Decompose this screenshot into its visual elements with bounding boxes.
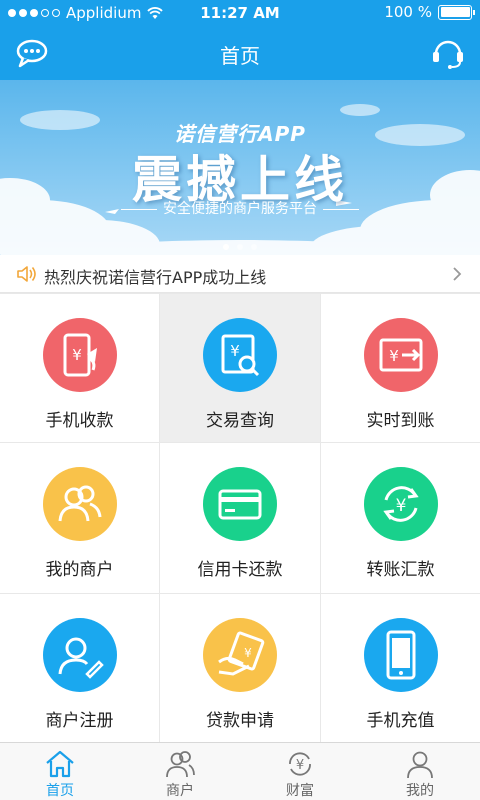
grid-item-credit-card[interactable]: 信用卡还款	[160, 443, 320, 593]
phone-recharge-circle	[363, 618, 438, 692]
speaker-icon	[17, 266, 36, 282]
register-icon	[58, 637, 104, 679]
status-right: 100 %	[384, 3, 475, 21]
tab-label: 首页	[46, 783, 74, 799]
merchants-circle	[42, 467, 117, 541]
tab-wealth[interactable]: ¥ 财富	[240, 743, 360, 800]
mobile-payment-circle: ¥	[42, 318, 117, 392]
svg-text:¥: ¥	[244, 646, 252, 660]
promo-banner[interactable]: 诺信营行APP 震撼上线 安全便捷的商户服务平台	[0, 80, 480, 255]
banner-tagline-text: 安全便捷的商户服务平台	[163, 201, 317, 217]
grid-item-my-merchants[interactable]: 我的商户	[0, 443, 159, 593]
customer-service-button[interactable]	[430, 34, 466, 70]
mobile-payment-icon: ¥	[63, 333, 97, 377]
tab-label: 商户	[166, 783, 194, 799]
credit-card-icon	[218, 489, 262, 520]
grid-item-transaction-search[interactable]: ¥ 交易查询	[160, 294, 320, 442]
merchant-tab-icon	[166, 751, 195, 778]
credit-card-circle	[203, 467, 277, 541]
grid-item-label: 商户注册	[45, 711, 114, 731]
merchants-icon	[58, 485, 101, 522]
svg-text:¥: ¥	[296, 758, 304, 773]
phone-recharge-icon	[386, 630, 415, 680]
banner-pager	[0, 244, 480, 250]
grid-item-label: 信用卡还款	[197, 560, 283, 580]
svg-text:¥: ¥	[395, 496, 406, 516]
transaction-search-icon: ¥	[221, 334, 260, 377]
svg-text:¥: ¥	[72, 346, 82, 364]
transfer-circle: ¥	[363, 467, 438, 541]
home-icon	[46, 750, 74, 778]
battery-percent: 100 %	[384, 3, 432, 21]
svg-text:¥: ¥	[389, 347, 399, 365]
register-circle	[42, 618, 117, 692]
transaction-search-circle: ¥	[203, 318, 277, 392]
chevron-right-icon	[453, 267, 462, 281]
page-title: 首页	[220, 44, 260, 68]
notice-text: 热烈庆祝诺信营行APP成功上线	[44, 268, 267, 287]
status-bar: Applidium 11:27 AM 100 %	[0, 0, 480, 26]
realtime-arrival-icon: ¥	[379, 338, 422, 372]
loan-icon: ¥	[218, 631, 265, 676]
grid-item-register[interactable]: 商户注册	[0, 594, 159, 744]
svg-text:¥: ¥	[230, 342, 240, 360]
grid-item-label: 交易查询	[206, 411, 274, 431]
tab-bar: 首页 商户 ¥ 财富 我的	[0, 742, 480, 800]
tab-merchant[interactable]: 商户	[120, 743, 240, 800]
grid-item-label: 转账汇款	[366, 560, 435, 580]
loan-circle: ¥	[203, 618, 277, 692]
nav-bar: 首页	[0, 26, 480, 80]
tab-label: 财富	[286, 783, 314, 799]
grid-item-realtime-arrival[interactable]: ¥ 实时到账	[321, 294, 480, 442]
notice-bar[interactable]: 热烈庆祝诺信营行APP成功上线	[0, 255, 480, 293]
profile-icon	[407, 751, 433, 779]
grid-item-label: 实时到账	[366, 411, 435, 431]
grid-item-mobile-payment[interactable]: ¥ 手机收款	[0, 294, 159, 442]
wealth-icon: ¥	[289, 752, 311, 776]
grid-item-label: 贷款申请	[206, 711, 274, 731]
headset-icon	[433, 40, 463, 69]
grid-item-label: 我的商户	[45, 560, 114, 580]
tab-profile[interactable]: 我的	[360, 743, 480, 800]
grid-item-label: 手机收款	[45, 411, 114, 431]
banner-tagline: 安全便捷的商户服务平台	[0, 198, 480, 218]
battery-icon	[438, 4, 475, 20]
grid-item-loan[interactable]: ¥ 贷款申请	[160, 594, 320, 744]
transfer-icon: ¥	[382, 486, 419, 522]
realtime-arrival-circle: ¥	[363, 318, 438, 392]
grid-item-label: 手机充值	[366, 711, 435, 731]
function-grid: ¥ 手机收款 ¥ 交易查询 ¥ 实时到账 我的商户 信用卡还款 ¥ 转账汇款 商…	[0, 293, 480, 744]
tab-home[interactable]: 首页	[0, 743, 120, 800]
grid-item-phone-recharge[interactable]: 手机充值	[321, 594, 480, 744]
tab-label: 我的	[406, 783, 434, 799]
grid-item-transfer[interactable]: ¥ 转账汇款	[321, 443, 480, 593]
